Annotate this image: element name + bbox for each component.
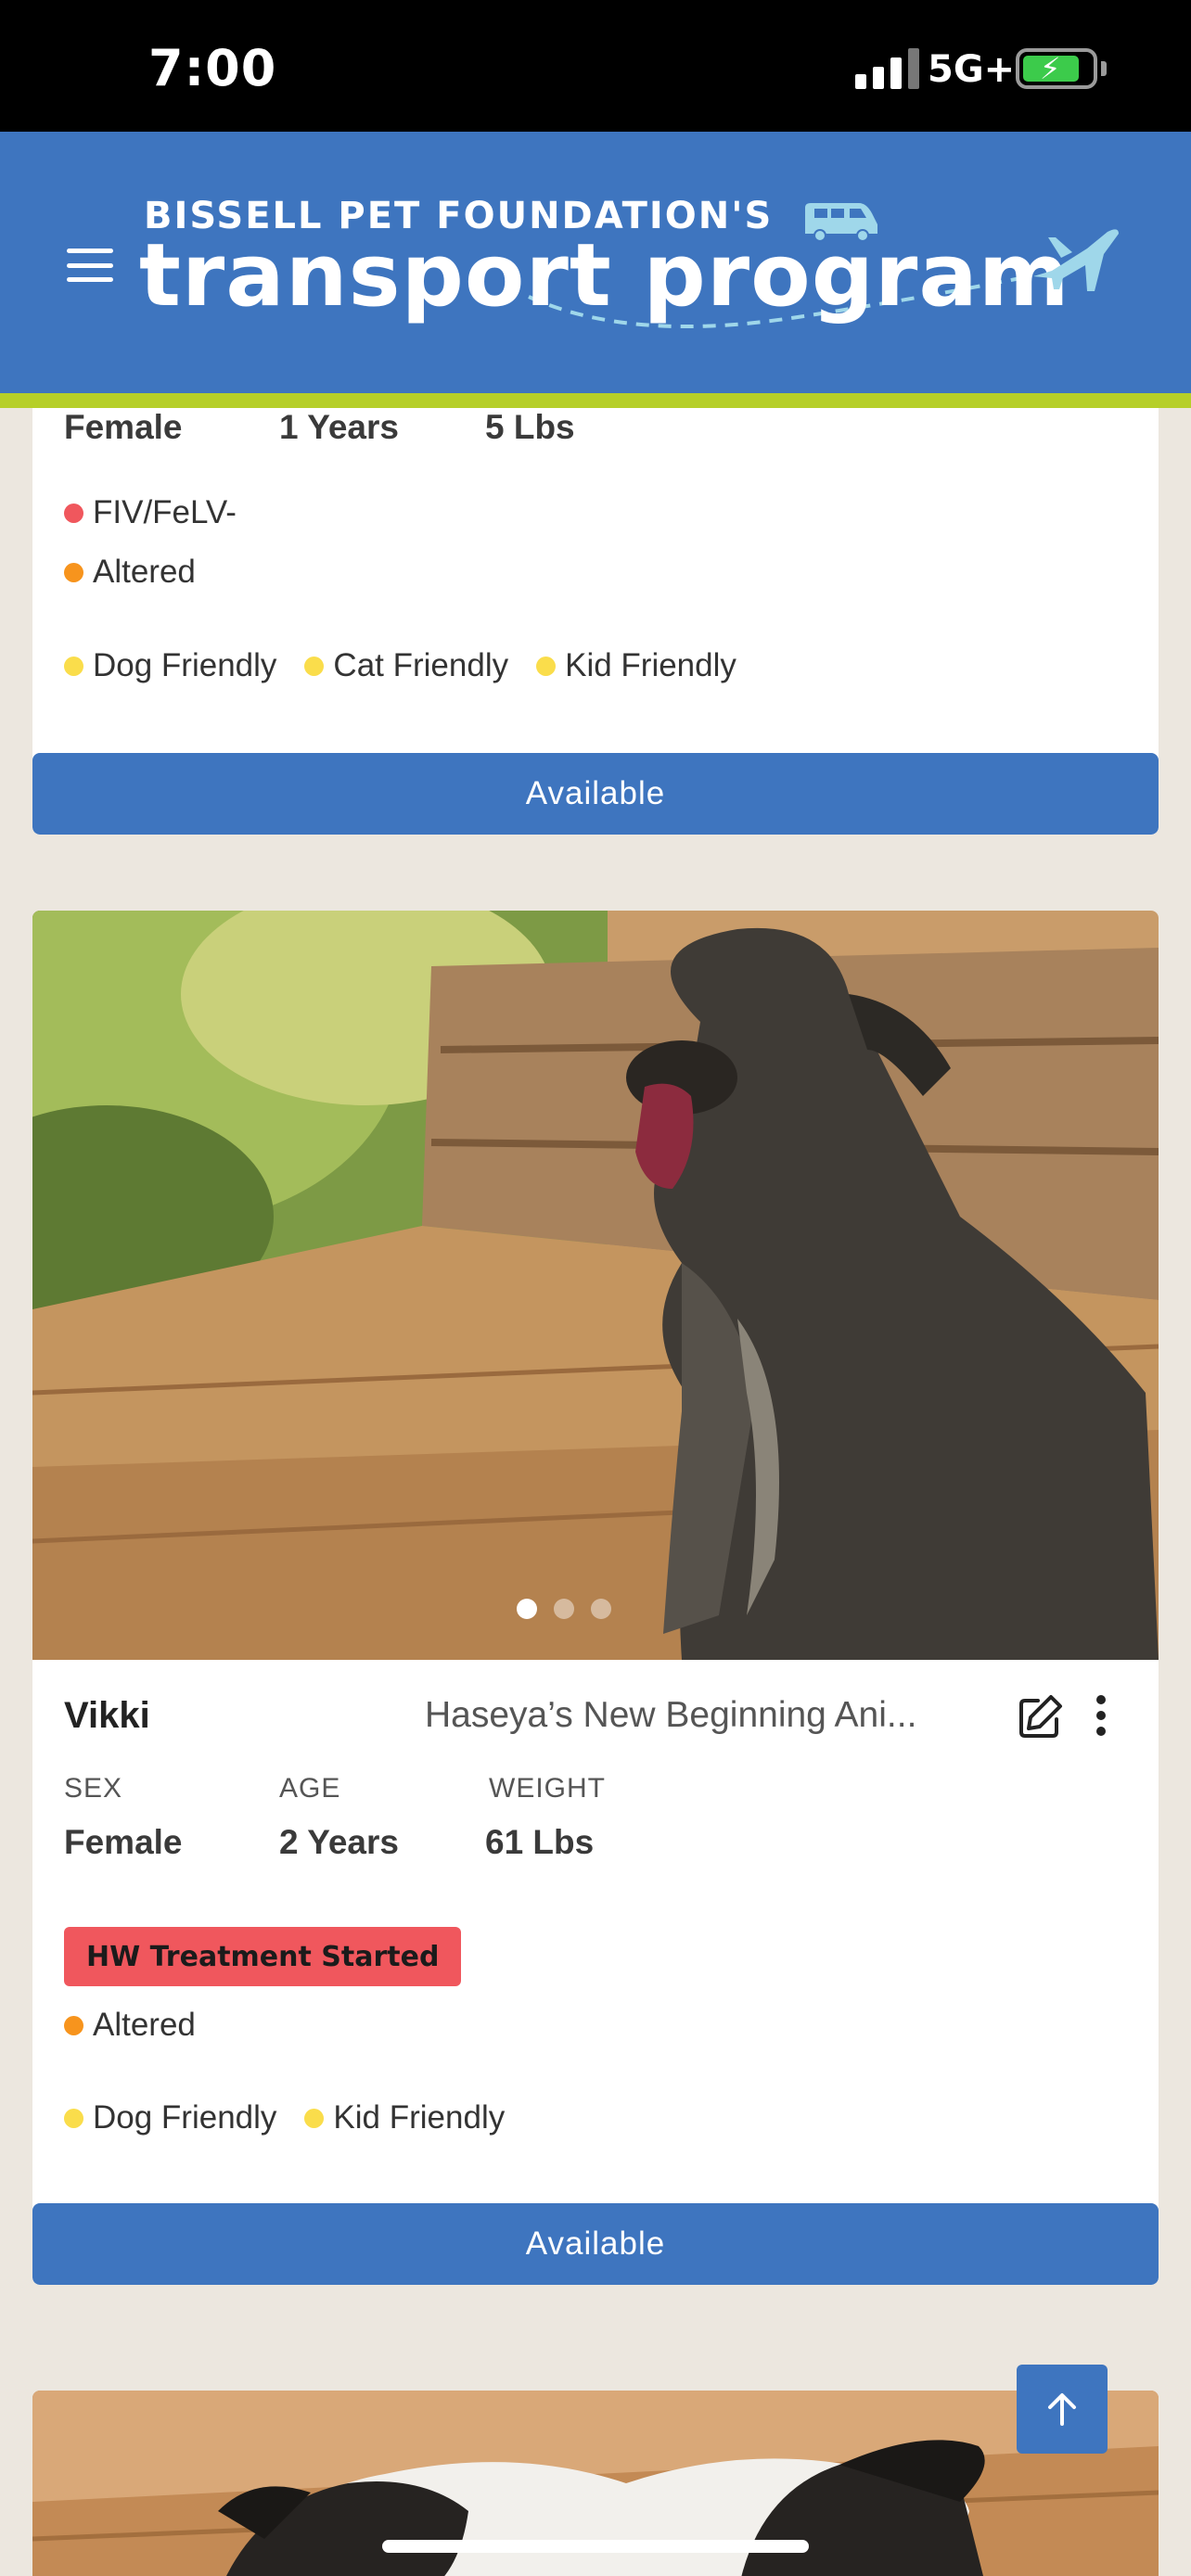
trait-dot-icon: [536, 656, 557, 676]
scroll-to-top-button[interactable]: [1017, 2365, 1108, 2454]
more-options-icon[interactable]: [1095, 1695, 1107, 1736]
signal-strength-icon: [855, 48, 919, 89]
brand-title: transport program: [139, 225, 1070, 326]
status-dot-icon: [64, 562, 83, 582]
trait-list: Dog Friendly Cat Friendly Kid Friendly: [64, 647, 764, 684]
pet-stats: Female 1 Years 5 Lbs: [64, 408, 575, 447]
status-dot-icon: [64, 2015, 83, 2035]
hamburger-menu-icon[interactable]: [67, 249, 113, 282]
pet-card: Female 1 Years 5 Lbs FIV/FeLV- Altered D…: [32, 408, 1159, 835]
rescue-name[interactable]: Haseya’s New Beginning Ani...: [425, 1695, 963, 1736]
trait-dot-icon: [64, 2108, 83, 2128]
medical-tag: Altered: [64, 554, 196, 591]
battery-icon: ⚡: [1016, 48, 1097, 89]
edit-icon[interactable]: [1018, 1693, 1064, 1740]
pet-name[interactable]: Vikki: [64, 1695, 150, 1737]
available-button[interactable]: Available: [32, 2203, 1159, 2285]
hw-treatment-badge: HW Treatment Started: [64, 1927, 462, 1986]
pet-stats: Female 2 Years 61 Lbs: [64, 1823, 594, 1862]
trait-list: Dog Friendly Kid Friendly: [64, 2099, 532, 2136]
available-button[interactable]: Available: [32, 753, 1159, 835]
airplane-icon: [1033, 229, 1119, 291]
status-time: 7:00: [148, 39, 277, 97]
medical-tag: Altered: [64, 2007, 196, 2044]
carousel-dot[interactable]: [591, 1599, 611, 1619]
medical-tag: FIV/FeLV-: [64, 494, 237, 531]
age-value: 2 Years: [279, 1823, 399, 1861]
carousel-dot[interactable]: [554, 1599, 574, 1619]
pet-card: Vikki Haseya’s New Beginning Ani... SEX …: [32, 911, 1159, 2285]
stat-labels: SEX AGE WEIGHT: [64, 1773, 606, 1804]
trait-dot-icon: [64, 656, 83, 676]
trait-item: Dog Friendly: [64, 647, 276, 684]
trait-item: Dog Friendly: [64, 2099, 276, 2136]
trait-item: Cat Friendly: [304, 647, 508, 684]
arrow-up-icon: [1048, 2393, 1076, 2426]
trait-item: Kid Friendly: [536, 647, 736, 684]
home-indicator[interactable]: [382, 2540, 809, 2553]
dog-photo-image: [32, 911, 1159, 1660]
sex-value: Female: [64, 408, 183, 446]
pet-photo[interactable]: [32, 911, 1159, 1660]
carousel-indicator[interactable]: [517, 1599, 611, 1619]
weight-value: 5 Lbs: [485, 408, 575, 446]
status-dot-icon: [64, 503, 83, 523]
network-label: 5G+: [928, 48, 1016, 91]
sex-value: Female: [64, 1823, 183, 1861]
header-accent-stripe: [0, 393, 1191, 408]
trait-dot-icon: [304, 656, 325, 676]
age-value: 1 Years: [279, 408, 399, 446]
trait-dot-icon: [304, 2108, 325, 2128]
trait-item: Kid Friendly: [304, 2099, 505, 2136]
status-bar: 7:00 5G+ ⚡: [0, 0, 1191, 132]
carousel-dot[interactable]: [517, 1599, 537, 1619]
weight-value: 61 Lbs: [485, 1823, 595, 1861]
